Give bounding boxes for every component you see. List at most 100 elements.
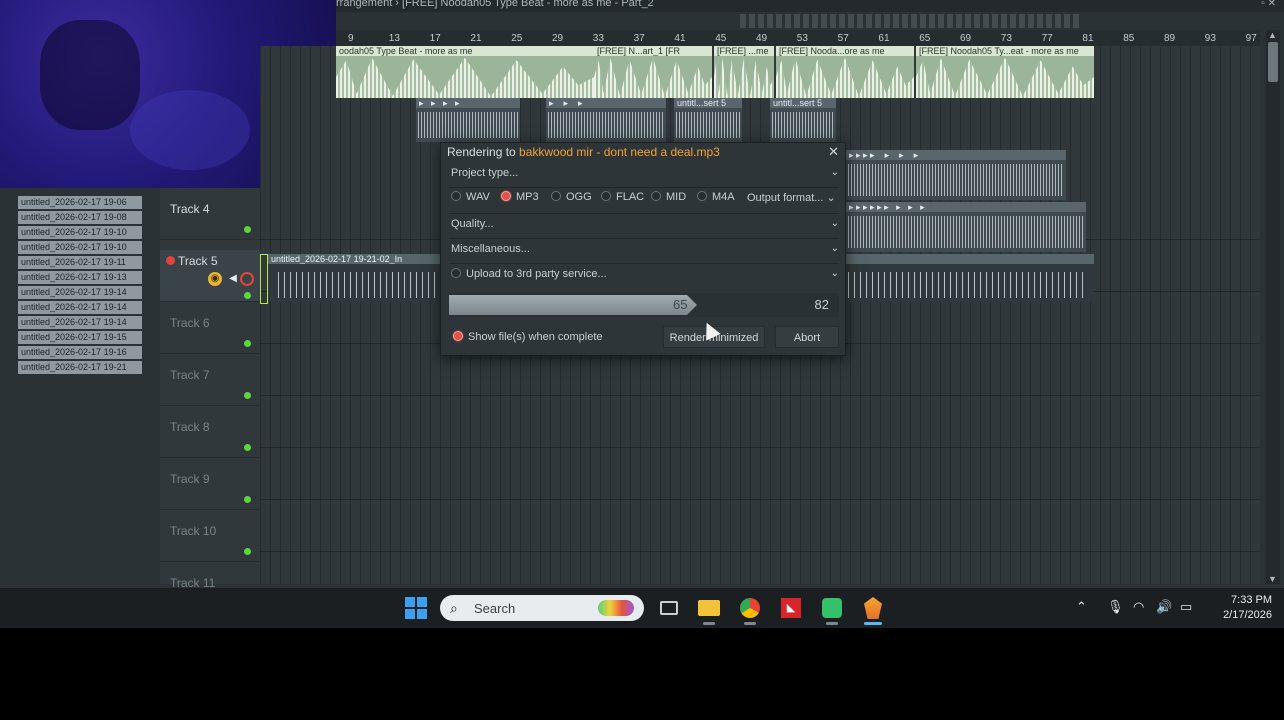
vertical-scrollbar[interactable]: ▲ ▼ — [1266, 30, 1280, 584]
progress-fill — [449, 295, 697, 315]
microphone-icon[interactable]: 🎙 — [1107, 599, 1124, 615]
project-type-section[interactable]: Project type... ⌄ — [451, 167, 839, 185]
track-header-4[interactable]: Track 4 — [160, 188, 260, 240]
app-green-icon[interactable] — [820, 596, 844, 620]
audio-clip[interactable]: [FREE] N...art_1 [FR — [594, 46, 712, 98]
chevron-down-icon: ⌄ — [830, 167, 839, 178]
speaker-volume-icon[interactable]: 🔊 — [1156, 599, 1172, 615]
format-mp3[interactable]: MP3 — [501, 191, 539, 203]
scroll-thumb[interactable] — [1268, 42, 1278, 82]
pattern-item[interactable]: untitled_2026-02-17 19-06 — [18, 196, 142, 209]
track-header-7[interactable]: Track 7 — [160, 354, 260, 406]
pattern-item[interactable]: untitled_2026-02-17 19-10 — [18, 241, 142, 254]
output-format-dropdown[interactable]: Output format... ⌄ — [747, 191, 836, 204]
track-header-5[interactable]: Track 5 ◉ ◀ — [160, 250, 260, 302]
record-arm-icon[interactable] — [240, 272, 254, 286]
ruler-mark: 29 — [552, 33, 564, 44]
pattern-item[interactable]: untitled_2026-02-17 19-15 — [18, 331, 142, 344]
clip-header: ▸ ▸ ▸ — [546, 98, 666, 108]
radio-icon — [651, 191, 661, 201]
pattern-item[interactable]: untitled_2026-02-17 19-08 — [18, 211, 142, 224]
format-wav[interactable]: WAV — [451, 191, 490, 203]
miscellaneous-section[interactable]: Miscellaneous... ⌄ — [451, 243, 839, 261]
audio-clip[interactable]: untitl...sert 5 — [674, 98, 742, 142]
track-enable-led[interactable] — [244, 340, 251, 347]
track-enable-led[interactable] — [244, 226, 251, 233]
audio-clip[interactable]: ▸ ▸ ▸ ▸ — [416, 98, 520, 142]
wifi-icon[interactable]: ◠ — [1133, 599, 1144, 615]
track-label: Track 11 — [170, 576, 216, 588]
audio-clip[interactable]: ▸ ▸ ▸ ▸ ▸ ▸ ▸ ▸ ▸ — [846, 202, 1086, 252]
format-m4a[interactable]: M4A — [697, 191, 735, 203]
format-label: WAV — [466, 191, 490, 203]
amd-software-icon[interactable]: ◣ — [779, 596, 803, 620]
audio-clip[interactable]: [FREE] Nooda...ore as me — [776, 46, 914, 98]
scroll-up-icon[interactable]: ▲ — [1268, 30, 1277, 40]
track-header-10[interactable]: Track 10 — [160, 510, 260, 562]
track-header-11[interactable]: Track 11 — [160, 562, 260, 588]
pattern-item[interactable]: untitled_2026-02-17 19-14 — [18, 301, 142, 314]
chrome-icon[interactable] — [738, 596, 762, 620]
fl-studio-icon[interactable] — [861, 596, 885, 620]
quality-section[interactable]: Quality... ⌄ — [451, 218, 839, 236]
track-header-8[interactable]: Track 8 — [160, 406, 260, 458]
audio-clip[interactable]: untitl...sert 5 — [770, 98, 836, 142]
track-enable-led[interactable] — [244, 496, 251, 503]
start-button[interactable] — [404, 596, 428, 620]
taskbar-search[interactable]: ⌕ Search — [440, 595, 644, 621]
output-file-name: bakkwood mir - dont need a deal.mp3 — [519, 145, 720, 159]
task-view-icon[interactable] — [657, 596, 681, 620]
audio-clip[interactable]: [FREE] Noodah05 Ty...eat - more as me — [916, 46, 1094, 98]
track-header-6[interactable]: Track 6 — [160, 302, 260, 354]
track-enable-led[interactable] — [244, 444, 251, 451]
format-mid[interactable]: MID — [651, 191, 686, 203]
format-flac[interactable]: FLAC — [601, 191, 644, 203]
ruler-mark: 81 — [1082, 33, 1094, 44]
track-label: Track 7 — [170, 368, 210, 382]
pattern-item[interactable]: untitled_2026-02-17 19-11 — [18, 256, 142, 269]
upload-toggle-icon[interactable] — [451, 268, 461, 278]
abort-button[interactable]: Abort — [775, 326, 839, 348]
speaker-icon[interactable]: ◀ — [226, 272, 240, 286]
ruler-mark: 69 — [960, 33, 972, 44]
volume-knob-icon[interactable]: ◉ — [208, 272, 222, 286]
system-clock[interactable]: 7:33 PM 2/17/2026 — [1212, 593, 1272, 623]
pattern-item[interactable]: untitled_2026-02-17 19-21 — [18, 361, 142, 374]
audio-clip[interactable]: oodah05 Type Beat - more as me — [336, 46, 594, 98]
close-icon[interactable]: ✕ — [828, 144, 839, 160]
window-controls[interactable]: ▫ ✕ — [1261, 0, 1276, 9]
ruler-mark: 57 — [837, 33, 849, 44]
ruler-mark: 85 — [1123, 33, 1135, 44]
track-enable-led[interactable] — [244, 292, 251, 299]
ruler-mark: 61 — [878, 33, 890, 44]
ruler-mark: 33 — [592, 33, 604, 44]
clip-waveform — [916, 57, 1094, 98]
show-files-option[interactable]: Show file(s) when complete — [453, 331, 603, 343]
track-enable-led[interactable] — [244, 548, 251, 555]
pattern-item[interactable]: untitled_2026-02-17 19-14 — [18, 286, 142, 299]
window-title: rrangement › [FREE] Noodah05 Type Beat -… — [336, 0, 654, 9]
checkbox-checked-icon[interactable] — [453, 331, 463, 341]
format-ogg[interactable]: OGG — [551, 191, 592, 203]
audio-clip[interactable]: ▸ ▸ ▸ ▸ ▸ ▸ ▸ — [846, 150, 1066, 200]
upload-section[interactable]: Upload to 3rd party service... ⌄ — [451, 268, 839, 286]
chevron-up-icon[interactable]: ⌃ — [1076, 599, 1087, 615]
pattern-item[interactable]: untitled_2026-02-17 19-13 — [18, 271, 142, 284]
radio-icon — [697, 191, 707, 201]
horizontal-scroll-overview[interactable] — [740, 14, 1080, 28]
track-enable-led[interactable] — [244, 392, 251, 399]
audio-clip[interactable]: [FREE] ...me — [714, 46, 774, 98]
battery-icon[interactable]: ▭ — [1180, 599, 1192, 615]
timeline-ruler[interactable]: 9 13 17 21 25 29 33 37 41 45 49 53 57 61 65 69 73 77 81 85 8… — [336, 30, 1260, 46]
pattern-item[interactable]: untitled_2026-02-17 19-10 — [18, 226, 142, 239]
pattern-item[interactable]: untitled_2026-02-17 19-14 — [18, 316, 142, 329]
dialog-title-prefix: Rendering to — [447, 145, 520, 159]
pattern-item[interactable]: untitled_2026-02-17 19-16 — [18, 346, 142, 359]
file-explorer-icon[interactable] — [697, 596, 721, 620]
audio-clip[interactable]: ▸ ▸ ▸ — [546, 98, 666, 142]
track-header-9[interactable]: Track 9 — [160, 458, 260, 510]
progress-current: 65 — [673, 297, 688, 312]
scroll-down-icon[interactable]: ▼ — [1268, 574, 1277, 584]
ruler-mark: 53 — [796, 33, 808, 44]
track-headers: Track 4 Track 5 ◉ ◀ Track 6 Track 7 Trac… — [160, 188, 260, 588]
